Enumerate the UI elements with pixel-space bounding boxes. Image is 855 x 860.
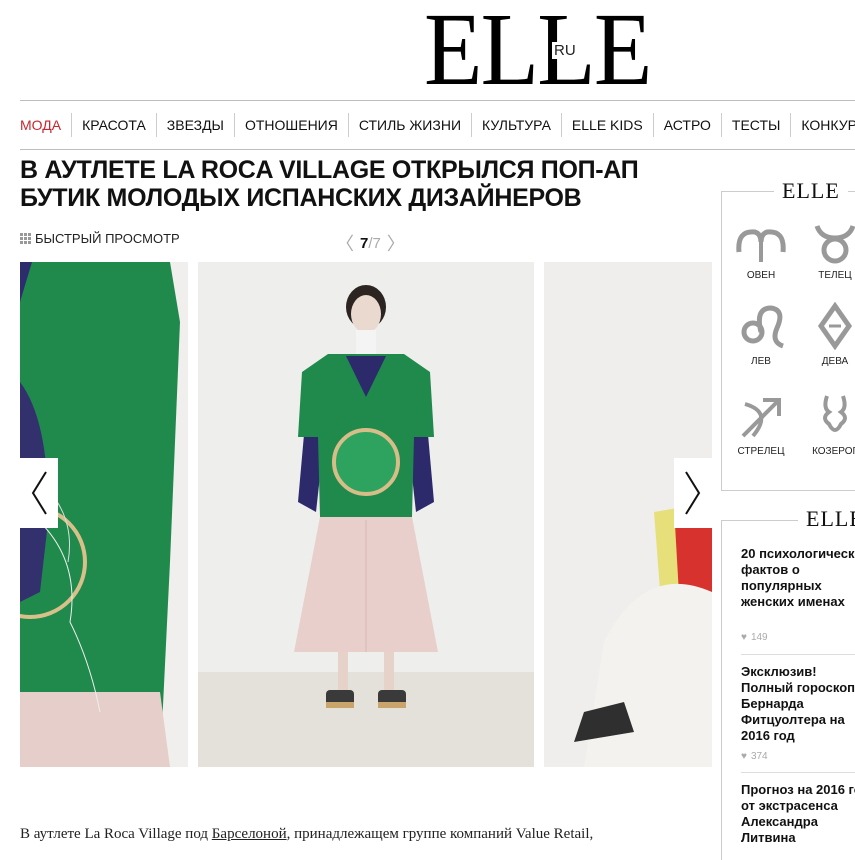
- sign-capricorn[interactable]: КОЗЕРОГ: [800, 392, 855, 457]
- chevron-left-icon: [31, 471, 47, 515]
- nav-item-beauty[interactable]: КРАСОТА: [72, 113, 157, 137]
- capricorn-icon: [823, 395, 847, 432]
- elle-logo[interactable]: ELLE RU: [424, 0, 652, 102]
- article-text-after: , принадлежащем группе компаний Value Re…: [286, 826, 594, 842]
- chevron-right-icon: [685, 471, 701, 515]
- heart-icon: ♥: [741, 751, 747, 762]
- news-likes-1: ♥ 149: [741, 632, 768, 643]
- article-link[interactable]: Барселоной: [212, 826, 287, 842]
- gallery-photo-current[interactable]: [198, 262, 534, 767]
- nav-item-fashion[interactable]: МОДА: [20, 113, 73, 137]
- pager-next-icon[interactable]: 〉: [387, 230, 405, 256]
- article-text-before: В аутлете La Roca Village под: [20, 826, 212, 842]
- grid-icon: [20, 233, 31, 244]
- sign-label: ТЕЛЕЦ: [818, 270, 852, 281]
- sagittarius-icon: [741, 398, 781, 438]
- nav-item-culture[interactable]: КУЛЬТУРА: [472, 113, 562, 137]
- heart-icon: ♥: [741, 632, 747, 643]
- likes-count: 149: [750, 632, 768, 643]
- horoscope-title: ELLE: [774, 178, 848, 204]
- aries-icon: [736, 229, 786, 262]
- taurus-icon: [814, 225, 855, 264]
- article-title: В аутлете La Roca Village открылся поп-а…: [20, 156, 639, 212]
- sign-aries[interactable]: ОВЕН: [726, 222, 796, 281]
- main-nav: МОДА КРАСОТА ЗВЕЗДЫ ОТНОШЕНИЯ СТИЛЬ ЖИЗН…: [20, 100, 855, 150]
- pager-current: 7: [360, 234, 369, 252]
- nav-item-tests[interactable]: ТЕСТЫ: [722, 113, 792, 137]
- article-paragraph: В аутлете La Roca Village под Барселоной…: [20, 826, 710, 843]
- sign-label: ЛЕВ: [751, 356, 771, 367]
- sign-sagittarius[interactable]: СТРЕЛЕЦ: [726, 392, 796, 457]
- nav-item-lifestyle[interactable]: СТИЛЬ ЖИЗНИ: [349, 113, 473, 137]
- sign-taurus[interactable]: ТЕЛЕЦ: [800, 222, 855, 281]
- news-divider: [741, 654, 855, 655]
- nav-item-stars[interactable]: ЗВЕЗДЫ: [157, 113, 235, 137]
- quick-view-button[interactable]: БЫСТРЫЙ ПРОСМОТР: [20, 231, 180, 246]
- sign-label: ДЕВА: [821, 356, 849, 367]
- popular-news-title: ELLE: [798, 506, 855, 532]
- nav-item-elle-kids[interactable]: ELLE KIDS: [562, 113, 654, 137]
- sign-label: КОЗЕРОГ: [812, 446, 855, 457]
- nav-item-contests[interactable]: КОНКУРСЫ: [791, 113, 855, 137]
- photo-gallery: [20, 262, 712, 767]
- logo-ru: RU: [552, 42, 578, 59]
- nav-item-astro[interactable]: АСТРО: [654, 113, 722, 137]
- news-item-1[interactable]: 20 психологических фактов о популярных ж…: [741, 546, 855, 610]
- gallery-next-button[interactable]: [674, 458, 712, 528]
- sign-label: СТРЕЛЕЦ: [737, 446, 785, 457]
- sign-label: ОВЕН: [746, 270, 776, 281]
- news-likes-2: ♥ 374: [741, 751, 768, 762]
- quick-view-label: БЫСТРЫЙ ПРОСМОТР: [35, 231, 180, 246]
- nav-item-relationships[interactable]: ОТНОШЕНИЯ: [235, 113, 349, 137]
- sign-virgo[interactable]: ДЕВА: [800, 302, 855, 367]
- pager-prev-icon[interactable]: 〈: [336, 230, 354, 256]
- likes-count: 374: [750, 751, 768, 762]
- pager-total: /7: [368, 234, 381, 252]
- leo-icon: [741, 305, 784, 349]
- news-item-2[interactable]: Эксклюзив! Полный гороскоп Бернарда Фитц…: [741, 664, 855, 744]
- sign-leo[interactable]: ЛЕВ: [726, 302, 796, 367]
- news-item-3[interactable]: Прогноз на 2016 год от экстрасенса Алекс…: [741, 782, 855, 846]
- gallery-prev-button[interactable]: [20, 458, 58, 528]
- gallery-pager: 〈 7/7 〉: [336, 230, 405, 256]
- news-divider: [741, 772, 855, 773]
- virgo-icon: [817, 302, 853, 350]
